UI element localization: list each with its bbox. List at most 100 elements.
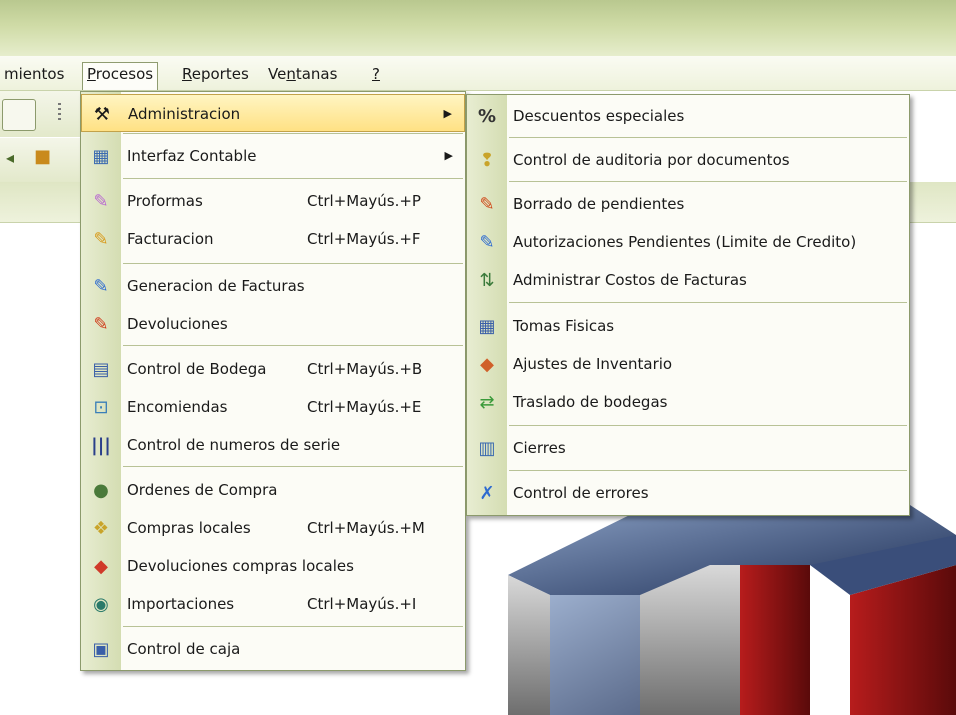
menu-item-shortcut: Ctrl+Mayús.+F <box>307 230 421 248</box>
menu-item-label: Devoluciones compras locales <box>127 557 354 575</box>
menu-item-label: Interfaz Contable <box>127 147 257 165</box>
menu-item-label: Administracion <box>128 105 241 123</box>
menu-item-control-errores[interactable]: ✗ Control de errores <box>467 474 909 512</box>
percent-icon: % <box>477 106 497 127</box>
authorization-icon: ✎ <box>479 232 495 253</box>
menu-item-importaciones[interactable]: ◉ Importaciones Ctrl+Mayús.+I <box>81 585 465 623</box>
menu-item-borrado-pendientes[interactable]: ✎ Borrado de pendientes <box>467 185 909 223</box>
parcel-icon: ⊡ <box>93 397 109 418</box>
menu-item-administrar-costos[interactable]: ⇅ Administrar Costos de Facturas <box>467 261 909 299</box>
menu-separator <box>509 137 907 138</box>
menu-item-label: Control de numeros de serie <box>127 436 341 454</box>
purchase-return-icon: ◆ <box>94 556 108 577</box>
menu-bar: mientos Procesos Reportes Ventanas ? <box>0 56 956 91</box>
accounting-icon: ▦ <box>92 146 110 167</box>
cash-register-icon: ▣ <box>92 639 110 660</box>
menu-item-label: Administrar Costos de Facturas <box>513 271 747 289</box>
menu-separator <box>509 470 907 471</box>
menu-separator <box>123 263 463 264</box>
delete-pending-icon: ✎ <box>479 194 495 215</box>
menu-item-encomiendas[interactable]: ⊡ Encomiendas Ctrl+Mayús.+E <box>81 388 465 426</box>
physical-count-icon: ▦ <box>478 316 496 337</box>
menu-item-label: Ajustes de Inventario <box>513 355 673 373</box>
toolbar-row-2: ◂ ■ <box>0 138 86 182</box>
barcode-icon: ||| <box>91 435 111 456</box>
back-arrow-icon[interactable]: ◂ <box>6 148 14 167</box>
menu-separator <box>509 181 907 182</box>
menu-separator <box>123 133 463 134</box>
menu-item-label: Traslado de bodegas <box>513 393 668 411</box>
submenu-arrow-icon: ▶ <box>444 149 453 162</box>
procesos-dropdown-menu: ⚒ Administracion ▶ ▦ Interfaz Contable ▶… <box>80 91 466 671</box>
menu-procesos[interactable]: Procesos <box>82 62 159 90</box>
menu-item-autorizaciones-pendientes[interactable]: ✎ Autorizaciones Pendientes (Limite de C… <box>467 223 909 261</box>
generate-invoice-icon: ✎ <box>93 276 109 297</box>
toolbar-button[interactable] <box>2 99 36 131</box>
toolbar-grip[interactable] <box>58 103 61 121</box>
local-purchase-icon: ❖ <box>92 518 110 539</box>
menu-item-numeros-serie[interactable]: ||| Control de numeros de serie <box>81 426 465 464</box>
menu-item-shortcut: Ctrl+Mayús.+M <box>307 519 425 537</box>
proforma-icon: ✎ <box>93 191 109 212</box>
menu-item-label: Compras locales <box>127 519 251 537</box>
menu-item-descuentos-especiales[interactable]: % Descuentos especiales <box>467 97 909 135</box>
error-control-icon: ✗ <box>479 483 495 504</box>
menu-item-label: Generacion de Facturas <box>127 277 305 295</box>
menu-item-ajustes-inventario[interactable]: ◆ Ajustes de Inventario <box>467 345 909 383</box>
menu-item-devoluciones-compras[interactable]: ◆ Devoluciones compras locales <box>81 547 465 585</box>
menu-item-interfaz-contable[interactable]: ▦ Interfaz Contable ▶ <box>81 137 465 175</box>
menu-item-shortcut: Ctrl+Mayús.+P <box>307 192 421 210</box>
audit-icon: ❢ <box>479 150 495 171</box>
folder-icon[interactable]: ■ <box>34 146 51 167</box>
menu-reportes[interactable]: Reportes <box>178 63 253 85</box>
menu-item-label: Borrado de pendientes <box>513 195 685 213</box>
menu-item-administracion[interactable]: ⚒ Administracion ▶ <box>81 94 465 132</box>
menu-item-label: Cierres <box>513 439 566 457</box>
menu-item-label: Control de errores <box>513 484 649 502</box>
menu-item-label: Tomas Fisicas <box>513 317 615 335</box>
menu-item-label: Control de Bodega <box>127 360 267 378</box>
menu-item-label: Importaciones <box>127 595 235 613</box>
menu-item-label: Autorizaciones Pendientes (Limite de Cre… <box>513 233 857 251</box>
transfer-icon: ⇄ <box>479 392 495 413</box>
inventory-adjust-icon: ◆ <box>480 354 494 375</box>
menu-item-shortcut: Ctrl+Mayús.+B <box>307 360 423 378</box>
company-logo <box>508 505 956 715</box>
menu-item-label: Devoluciones <box>127 315 228 333</box>
menu-separator <box>123 626 463 627</box>
menu-item-proformas[interactable]: ✎ Proformas Ctrl+Mayús.+P <box>81 182 465 220</box>
menu-item-label: Encomiendas <box>127 398 228 416</box>
costs-icon: ⇅ <box>479 270 495 291</box>
menu-separator <box>509 425 907 426</box>
menu-item-cierres[interactable]: ▥ Cierres <box>467 429 909 467</box>
invoice-icon: ✎ <box>93 229 109 250</box>
menu-item-label: Control de auditoria por documentos <box>513 151 790 169</box>
menu-item-devoluciones[interactable]: ✎ Devoluciones <box>81 305 465 343</box>
menu-item-control-bodega[interactable]: ▤ Control de Bodega Ctrl+Mayús.+B <box>81 350 465 388</box>
window-title-bar <box>0 0 956 56</box>
menu-item-facturacion[interactable]: ✎ Facturacion Ctrl+Mayús.+F <box>81 220 465 258</box>
toolbar-row-1 <box>0 91 86 137</box>
menu-item-label: Ordenes de Compra <box>127 481 278 499</box>
menu-item-ordenes-compra[interactable]: ● Ordenes de Compra <box>81 471 465 509</box>
returns-icon: ✎ <box>93 314 109 335</box>
menu-separator <box>509 302 907 303</box>
closing-icon: ▥ <box>478 438 496 459</box>
menu-separator <box>123 466 463 467</box>
menu-item-label: Facturacion <box>127 230 214 248</box>
menu-item-control-auditoria[interactable]: ❢ Control de auditoria por documentos <box>467 141 909 179</box>
menu-item-label: Proformas <box>127 192 203 210</box>
menu-help[interactable]: ? <box>368 63 384 85</box>
menu-separator <box>123 345 463 346</box>
purchase-order-icon: ● <box>93 480 109 501</box>
menu-ventanas[interactable]: Ventanas <box>264 63 341 85</box>
menu-item-tomas-fisicas[interactable]: ▦ Tomas Fisicas <box>467 307 909 345</box>
menu-item-compras-locales[interactable]: ❖ Compras locales Ctrl+Mayús.+M <box>81 509 465 547</box>
menu-movimientos[interactable]: mientos <box>0 63 68 85</box>
administracion-submenu: % Descuentos especiales ❢ Control de aud… <box>466 94 910 516</box>
menu-item-traslado-bodegas[interactable]: ⇄ Traslado de bodegas <box>467 383 909 421</box>
menu-item-control-caja[interactable]: ▣ Control de caja <box>81 630 465 668</box>
submenu-arrow-icon: ▶ <box>443 107 452 120</box>
menu-item-label: Descuentos especiales <box>513 107 685 125</box>
menu-item-generacion-facturas[interactable]: ✎ Generacion de Facturas <box>81 267 465 305</box>
